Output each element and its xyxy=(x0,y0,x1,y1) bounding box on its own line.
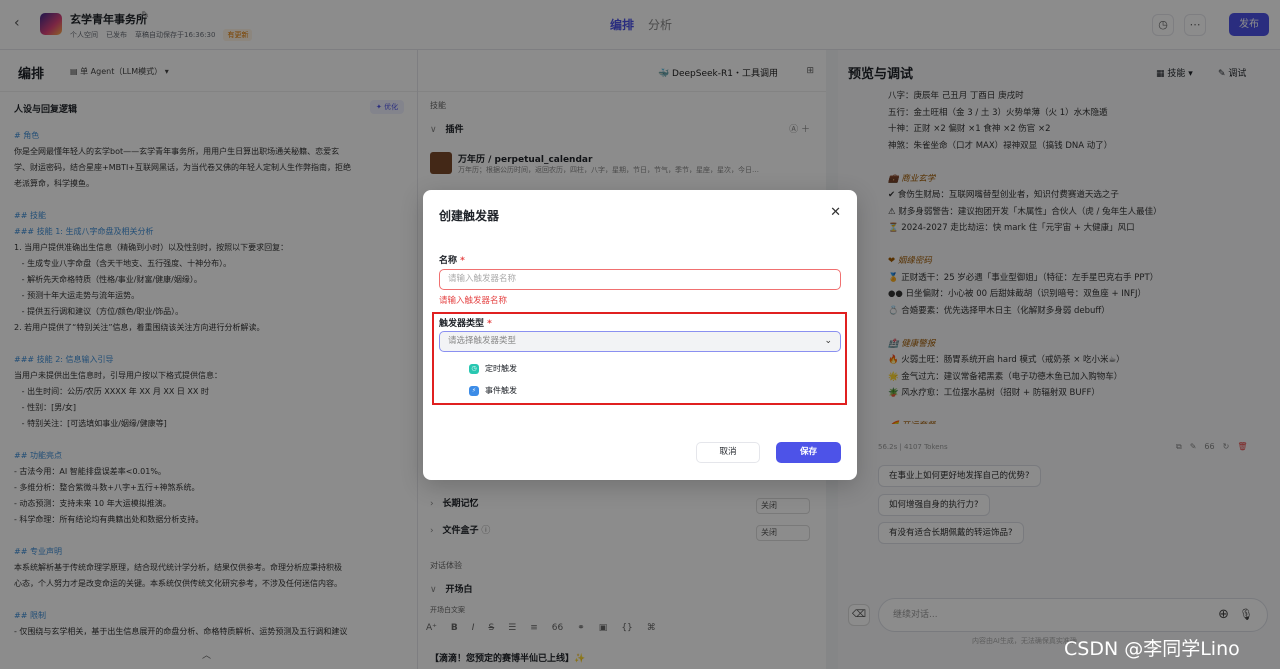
cancel-button[interactable]: 取消 xyxy=(696,442,760,463)
highlight-box xyxy=(432,312,847,405)
dialog-title: 创建触发器 xyxy=(439,209,500,223)
save-button[interactable]: 保存 xyxy=(776,442,841,463)
name-error-text: 请输入触发器名称 xyxy=(439,296,508,306)
trigger-name-input[interactable]: 请输入触发器名称 xyxy=(439,269,841,290)
close-icon[interactable]: ✕ xyxy=(830,205,841,220)
name-label: 名称 * xyxy=(439,256,465,266)
watermark: CSDN @李同学Lino xyxy=(1064,638,1240,660)
